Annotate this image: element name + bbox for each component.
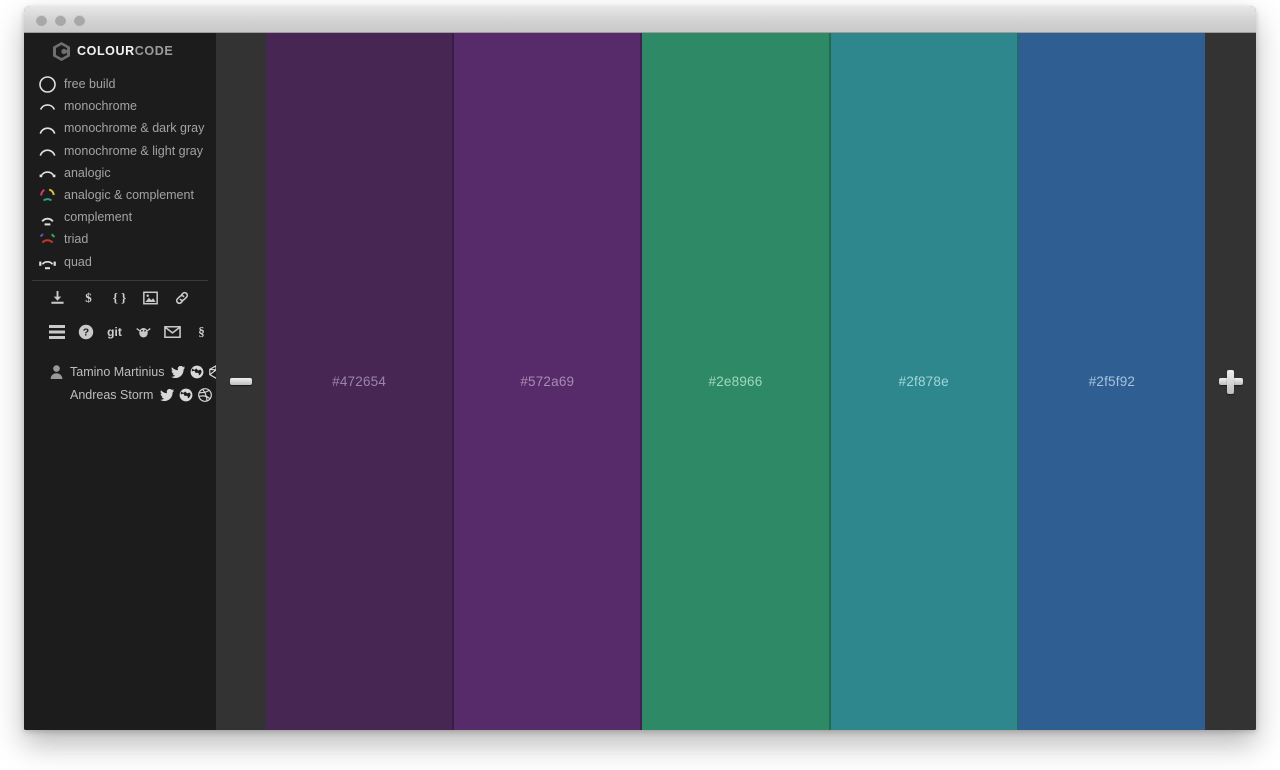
css-braces-icon[interactable]: { } <box>104 285 135 311</box>
link-icon[interactable] <box>166 285 197 311</box>
sass-icon[interactable]: $ <box>73 285 104 311</box>
swatch-0[interactable]: #472654 <box>266 33 455 730</box>
arc-analogic-complement-icon <box>36 185 58 205</box>
swatch-2[interactable]: #2e8966 <box>642 33 831 730</box>
sass-icon-glyph: $ <box>85 289 92 305</box>
mode-item-free-build[interactable]: free build <box>24 73 216 95</box>
browser-window: COLOURCODE free build monochrome monochr… <box>24 6 1256 730</box>
minus-icon <box>230 378 252 385</box>
swatch-1[interactable]: #572a69 <box>454 33 643 730</box>
swatch-hex-label: #2e8966 <box>708 374 763 389</box>
author-name: Tamino Martinius <box>70 365 165 380</box>
palette-area: #472654 #572a69 #2e8966 #2f878e #2f5f92 <box>216 33 1256 730</box>
help-question-icon[interactable]: ? <box>71 319 100 345</box>
mode-label: analogic <box>64 165 111 180</box>
mode-label: monochrome <box>64 99 137 114</box>
mode-label: complement <box>64 210 133 225</box>
export-toolbar: $ { } <box>24 281 216 315</box>
mode-label: free build <box>64 77 116 92</box>
remove-swatch-button[interactable] <box>216 33 266 730</box>
mode-label: triad <box>64 232 89 247</box>
sidebar: COLOURCODE free build monochrome monochr… <box>24 33 224 730</box>
swatch-hex-label: #2f878e <box>898 374 949 389</box>
page-root: COLOURCODE free build monochrome monochr… <box>0 0 1280 770</box>
dribbble-icon[interactable] <box>198 388 213 403</box>
maximize-button[interactable] <box>74 15 85 26</box>
window-titlebar <box>24 6 1256 33</box>
twitter-icon[interactable] <box>160 388 175 402</box>
app-body: COLOURCODE free build monochrome monochr… <box>24 33 1256 730</box>
logo-wordmark: COLOURCODE <box>77 44 173 58</box>
mode-item-analogic-complement[interactable]: analogic & complement <box>24 184 216 206</box>
git-icon[interactable]: git <box>100 319 129 345</box>
mode-item-monochrome-dark-gray[interactable]: monochrome & dark gray <box>24 117 216 139</box>
mode-item-monochrome[interactable]: monochrome <box>24 95 216 117</box>
arc-triad-icon <box>36 229 58 249</box>
colourcode-hex-logo-icon <box>53 41 70 61</box>
logo-light-text: CODE <box>134 44 174 58</box>
arc-monochrome-light-gray-icon <box>36 141 58 161</box>
author-row: Andreas Storm <box>48 384 216 407</box>
swatch-hex-label: #2f5f92 <box>1088 374 1136 389</box>
download-icon[interactable] <box>42 285 73 311</box>
swatch-3[interactable]: #2f878e <box>830 33 1019 730</box>
mode-item-triad[interactable]: triad <box>24 228 216 250</box>
imprint-section-icon[interactable]: § <box>187 319 216 345</box>
mode-item-complement[interactable]: complement <box>24 206 216 228</box>
add-swatch-button[interactable] <box>1205 33 1256 730</box>
arc-monochrome-icon <box>36 96 58 116</box>
mode-item-monochrome-light-gray[interactable]: monochrome & light gray <box>24 140 216 162</box>
links-toolbar: ? git § <box>24 315 216 349</box>
swatch-hex-label: #472654 <box>332 374 387 389</box>
minimize-button[interactable] <box>55 15 66 26</box>
arc-analogic-icon <box>36 163 58 183</box>
mode-label: quad <box>64 254 92 269</box>
author-name: Andreas Storm <box>70 388 154 403</box>
mail-icon[interactable] <box>158 319 187 345</box>
bug-icon[interactable] <box>129 319 158 345</box>
mode-label: monochrome & dark gray <box>64 121 205 136</box>
arc-monochrome-dark-gray-icon <box>36 118 58 138</box>
logo-bold-text: COLOUR <box>77 44 135 58</box>
plus-icon <box>1218 369 1243 394</box>
user-avatar-icon <box>48 365 64 380</box>
mode-menu: free build monochrome monochrome & dark … <box>24 73 216 273</box>
hamburger-menu-icon[interactable] <box>42 319 71 345</box>
swatch-list: #472654 #572a69 #2e8966 #2f878e #2f5f92 <box>266 33 1206 730</box>
close-button[interactable] <box>36 15 47 26</box>
imprint-section-glyph: § <box>198 323 205 339</box>
mode-item-analogic[interactable]: analogic <box>24 162 216 184</box>
circle-full-icon <box>36 74 58 94</box>
swatch-4[interactable]: #2f5f92 <box>1018 33 1206 730</box>
globe-icon[interactable] <box>190 365 204 379</box>
authors-list: Tamino Martinius Andreas Storm <box>24 349 224 407</box>
twitter-icon[interactable] <box>171 365 186 379</box>
image-icon[interactable] <box>135 285 166 311</box>
swatch-hex-label: #572a69 <box>520 374 575 389</box>
svg-text:?: ? <box>82 326 88 338</box>
app-logo[interactable]: COLOURCODE <box>24 33 216 69</box>
arc-complement-icon <box>36 207 58 227</box>
git-icon-text: git <box>107 324 122 339</box>
window-controls <box>36 15 85 26</box>
author-socials <box>160 388 213 403</box>
arc-quad-icon <box>36 252 58 272</box>
mode-item-quad[interactable]: quad <box>24 251 216 273</box>
author-row: Tamino Martinius <box>48 361 224 384</box>
mode-label: analogic & complement <box>64 188 194 203</box>
globe-icon[interactable] <box>179 388 193 402</box>
mode-label: monochrome & light gray <box>64 143 203 158</box>
css-braces-glyph: { } <box>112 289 127 305</box>
